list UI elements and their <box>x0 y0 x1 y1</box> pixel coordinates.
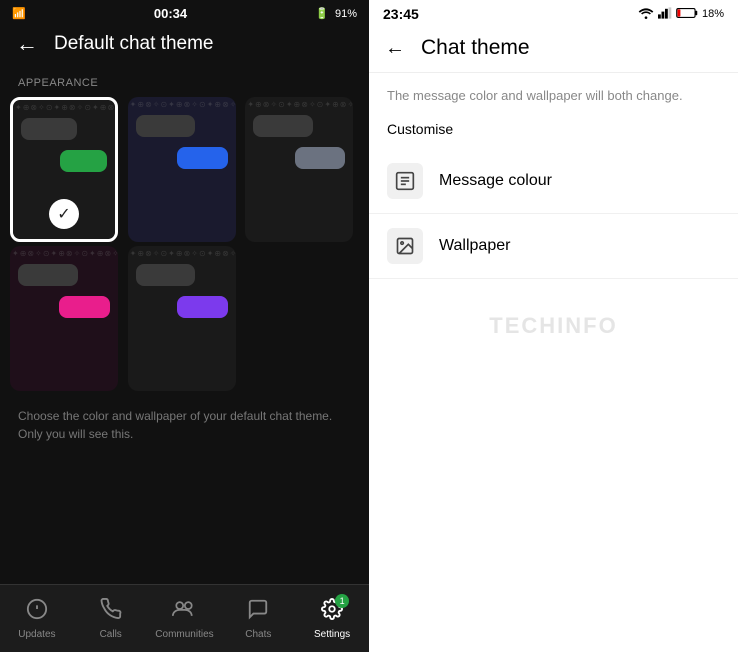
watermark-overlay: TECHINFO <box>489 313 617 339</box>
right-header: ← Chat theme <box>369 26 738 73</box>
message-colour-option[interactable]: Message colour <box>369 149 738 214</box>
theme-grid: ✦⊕⊗✧⊙✦⊕⊗✧⊙✦⊕⊗✧⊙✦⊕⊗✧⊙✦⊕⊗✧⊙✦⊕⊗✧⊙✦⊕✦⊕⊗✧⊙✦⊕⊗… <box>0 97 369 391</box>
settings-badge: 1 <box>335 594 349 608</box>
bubble-sent-4 <box>59 296 110 318</box>
bubble-sent-1 <box>60 150 107 172</box>
left-page-title: Default chat theme <box>54 33 213 55</box>
nav-item-settings[interactable]: 1 Settings <box>302 598 362 640</box>
signal-icon-right <box>658 7 672 22</box>
bubble-sent-5 <box>177 296 228 318</box>
right-description: The message color and wallpaper will bot… <box>369 73 738 115</box>
phone-icon <box>100 598 122 626</box>
chat-bubbles-1 <box>21 118 107 172</box>
theme-item-4[interactable]: ✦⊕⊗✧⊙✦⊕⊗✧⊙✦⊕⊗✧⊙✦⊕⊗✧⊙✦⊕⊗✧⊙✦⊕⊗✧⊙✦⊕✦⊕⊗✧⊙✦⊕⊗… <box>10 246 118 391</box>
right-panel: 23:45 <box>369 0 738 652</box>
bottom-nav: Updates Calls Communities <box>0 584 369 652</box>
nav-label-chats: Chats <box>245 629 271 640</box>
left-battery-icon: 🔋 <box>315 7 329 20</box>
chat-bubbles-2 <box>136 115 228 169</box>
settings-icon: 1 <box>321 598 343 626</box>
wallpaper-option[interactable]: Wallpaper <box>369 214 738 279</box>
bubble-received-3 <box>253 115 313 137</box>
customise-label: Customise <box>369 115 738 149</box>
nav-label-calls: Calls <box>100 629 122 640</box>
left-time: 00:34 <box>154 6 187 21</box>
left-battery-area: 🔋 91% <box>315 7 357 20</box>
nav-item-communities[interactable]: Communities <box>154 598 214 640</box>
wifi-icon: 📶 <box>12 7 26 20</box>
bubble-sent-2 <box>177 147 228 169</box>
right-status-icons: 18% <box>638 7 724 22</box>
bubble-received-1 <box>21 118 77 140</box>
message-colour-icon <box>387 163 423 199</box>
nav-label-communities: Communities <box>155 629 213 640</box>
left-header: ← Default chat theme <box>0 25 369 65</box>
bubble-received-5 <box>136 264 196 286</box>
left-status-bar: 📶 00:34 🔋 91% <box>0 0 369 25</box>
left-status-icons: 📶 <box>12 7 26 20</box>
theme-item-1[interactable]: ✦⊕⊗✧⊙✦⊕⊗✧⊙✦⊕⊗✧⊙✦⊕⊗✧⊙✦⊕⊗✧⊙✦⊕⊗✧⊙✦⊕✦⊕⊗✧⊙✦⊕⊗… <box>10 97 118 242</box>
battery-pct-right: 18% <box>702 8 724 20</box>
message-colour-label: Message colour <box>439 172 552 190</box>
nav-item-chats[interactable]: Chats <box>228 598 288 640</box>
theme-item-5[interactable]: ✦⊕⊗✧⊙✦⊕⊗✧⊙✦⊕⊗✧⊙✦⊕⊗✧⊙✦⊕⊗✧⊙✦⊕⊗✧⊙✦⊕✦⊕⊗✧⊙✦⊕⊗… <box>128 246 236 391</box>
chat-bubbles-3 <box>253 115 345 169</box>
back-button[interactable]: ← <box>16 33 38 55</box>
left-battery-pct: 91% <box>335 8 357 20</box>
selected-check-1: ✓ <box>49 199 79 229</box>
communities-icon <box>172 598 196 626</box>
nav-label-settings: Settings <box>314 629 350 640</box>
right-page-title: Chat theme <box>421 36 530 60</box>
battery-icon-right <box>676 7 698 22</box>
chat-bubbles-5 <box>136 264 228 318</box>
left-panel: 📶 00:34 🔋 91% ← Default chat theme APPEA… <box>0 0 369 652</box>
nav-label-updates: Updates <box>18 629 55 640</box>
wallpaper-label: Wallpaper <box>439 237 510 255</box>
right-status-bar: 23:45 <box>369 0 738 26</box>
updates-icon <box>26 598 48 626</box>
wallpaper-icon <box>387 228 423 264</box>
bubble-received-2 <box>136 115 196 137</box>
appearance-label: APPEARANCE <box>0 65 369 97</box>
wifi-icon-right <box>638 7 654 22</box>
right-back-button[interactable]: ← <box>385 37 405 60</box>
footer-note: Choose the color and wallpaper of your d… <box>0 391 369 459</box>
right-time: 23:45 <box>383 6 419 22</box>
nav-item-calls[interactable]: Calls <box>81 598 141 640</box>
bubble-received-4 <box>18 264 78 286</box>
nav-item-updates[interactable]: Updates <box>7 598 67 640</box>
chat-icon <box>247 598 269 626</box>
bubble-sent-3 <box>295 147 346 169</box>
chat-bubbles-4 <box>18 264 110 318</box>
theme-item-3[interactable]: ✦⊕⊗✧⊙✦⊕⊗✧⊙✦⊕⊗✧⊙✦⊕⊗✧⊙✦⊕⊗✧⊙✦⊕⊗✧⊙✦⊕✦⊕⊗✧⊙✦⊕⊗… <box>245 97 353 242</box>
theme-item-2[interactable]: ✦⊕⊗✧⊙✦⊕⊗✧⊙✦⊕⊗✧⊙✦⊕⊗✧⊙✦⊕⊗✧⊙✦⊕⊗✧⊙✦⊕✦⊕⊗✧⊙✦⊕⊗… <box>128 97 236 242</box>
